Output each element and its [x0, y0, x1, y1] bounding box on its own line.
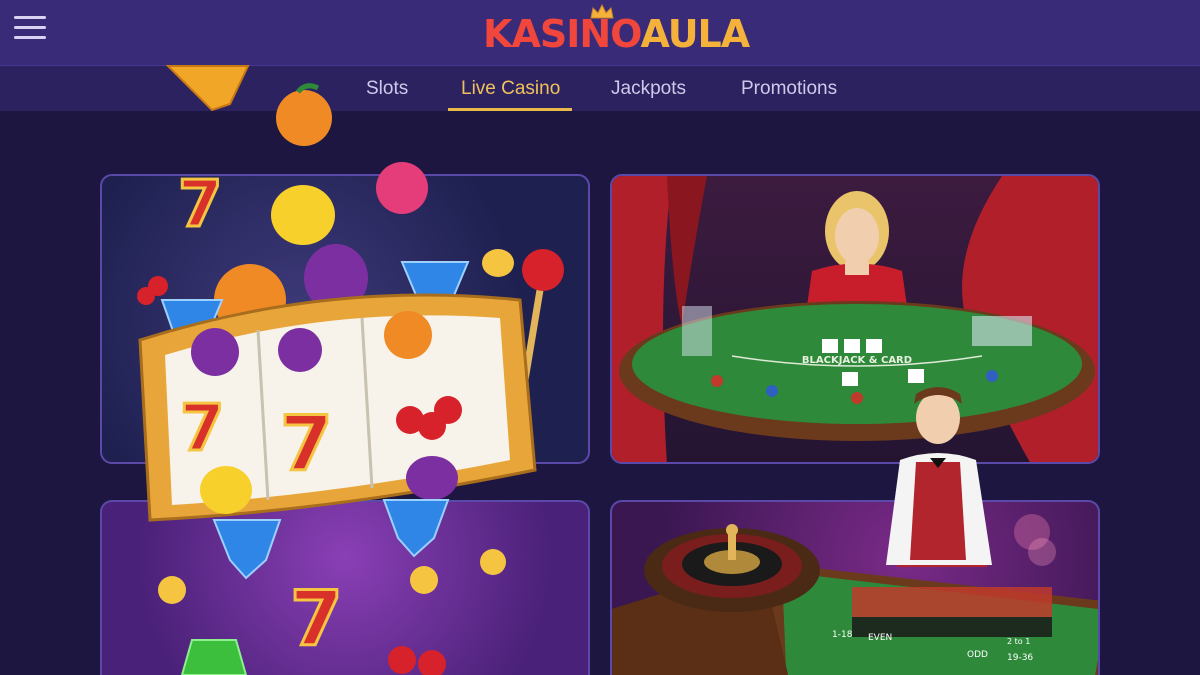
slot-machine-illustration: 7 7 7 7 — [137, 65, 992, 675]
svg-text:7: 7 — [280, 399, 333, 488]
svg-text:7: 7 — [180, 392, 225, 466]
svg-text:7: 7 — [290, 574, 343, 663]
svg-text:7: 7 — [178, 168, 223, 242]
